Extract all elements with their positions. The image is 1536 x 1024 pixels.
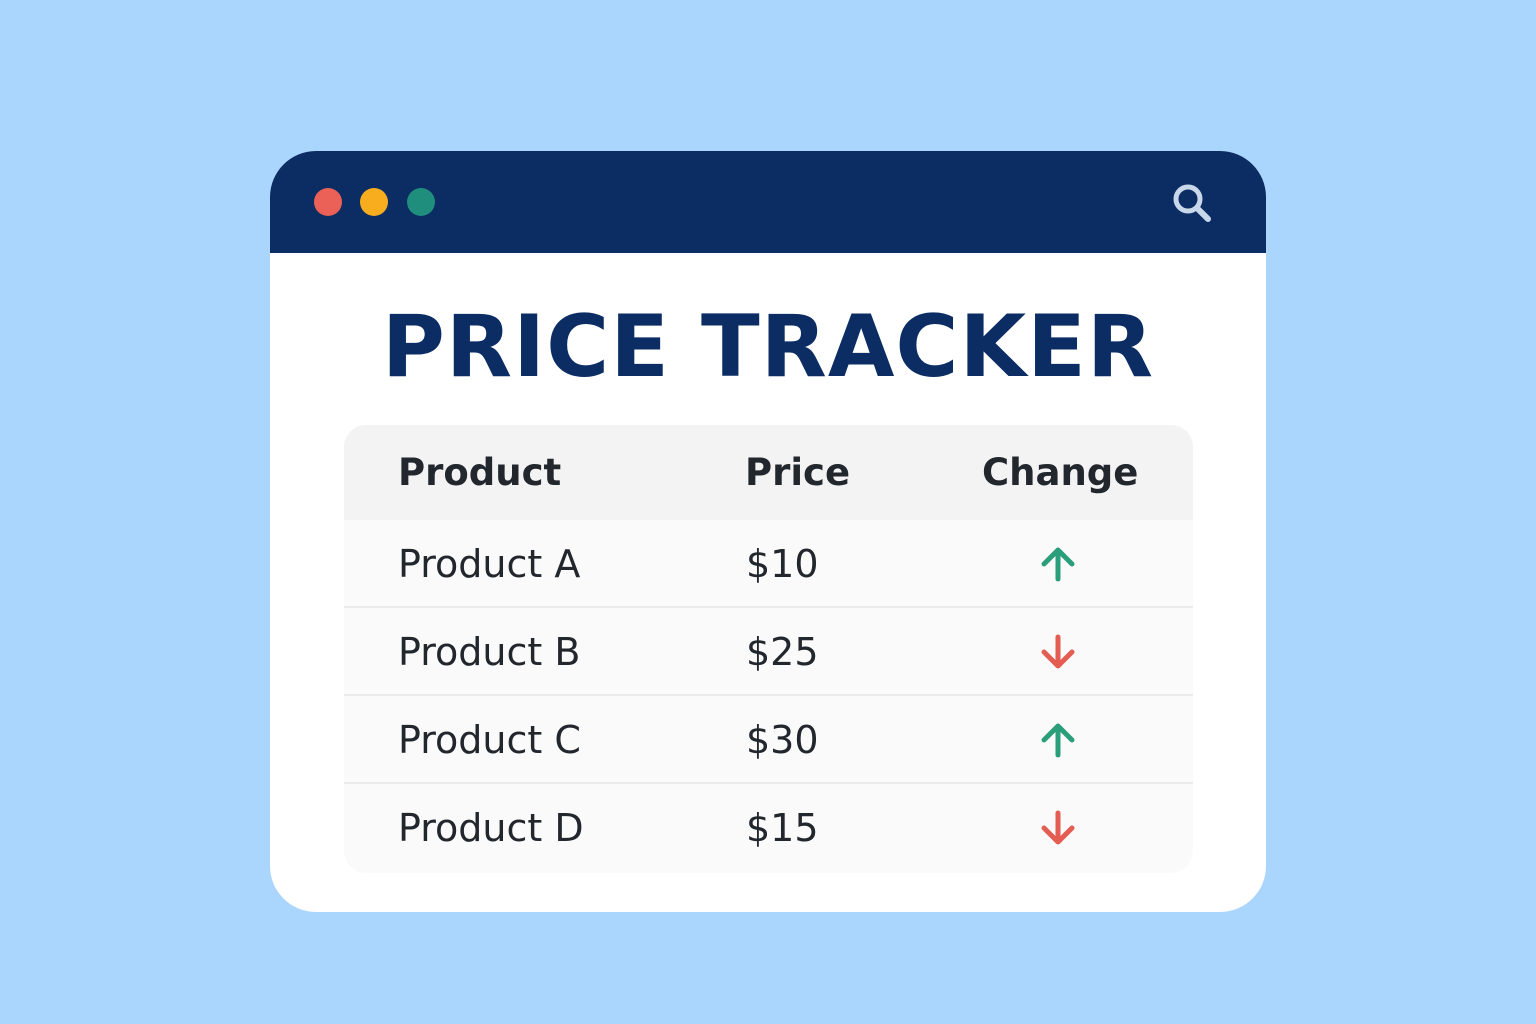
column-header-change[interactable]: Change [982, 425, 1138, 520]
table-row[interactable]: Product C $30 [344, 696, 1193, 784]
title-bar [270, 151, 1266, 253]
maximize-window-button[interactable] [407, 188, 435, 216]
table-row[interactable]: Product D $15 [344, 784, 1193, 872]
app-window: PRICE TRACKER Product Price Change Produ… [270, 151, 1266, 912]
page-title: PRICE TRACKER [381, 297, 1155, 397]
column-header-price[interactable]: Price [745, 425, 850, 520]
arrow-up-icon [1041, 547, 1075, 582]
table-row[interactable]: Product A $10 [344, 520, 1193, 608]
product-name-cell: Product D [398, 806, 584, 850]
price-cell: $15 [746, 806, 819, 850]
minimize-window-button[interactable] [360, 188, 388, 216]
product-name-cell: Product A [398, 542, 581, 586]
arrow-down-icon [1041, 634, 1075, 669]
table-header-row: Product Price Change [344, 425, 1193, 520]
price-table: Product Price Change Product A $10 Produ… [344, 425, 1193, 873]
price-cell: $25 [746, 630, 819, 674]
column-header-product[interactable]: Product [398, 425, 561, 520]
table-row[interactable]: Product B $25 [344, 608, 1193, 696]
product-name-cell: Product B [398, 630, 581, 674]
price-cell: $30 [746, 718, 819, 762]
search-icon [1173, 184, 1211, 222]
search-button[interactable] [1168, 179, 1218, 229]
close-window-button[interactable] [314, 188, 342, 216]
product-name-cell: Product C [398, 718, 581, 762]
arrow-down-icon [1041, 810, 1075, 845]
arrow-up-icon [1041, 723, 1075, 758]
price-cell: $10 [746, 542, 819, 586]
search-icon-handle [1194, 205, 1211, 222]
